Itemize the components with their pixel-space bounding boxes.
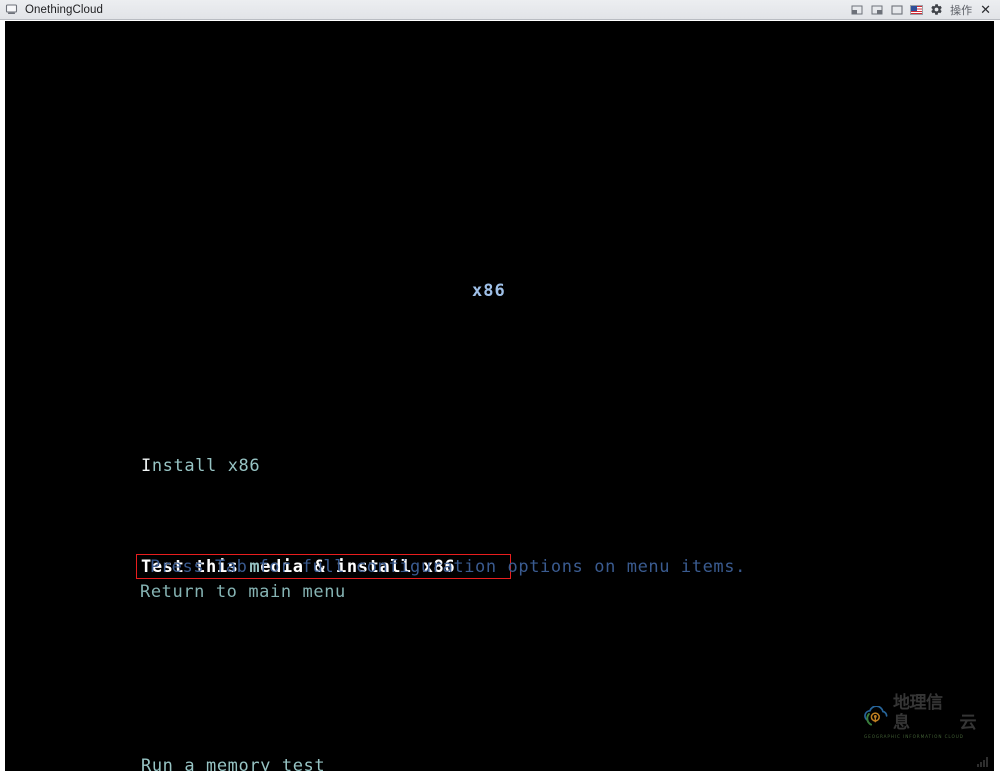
window-titlebar: OnethingCloud 操作 ✕ — [0, 0, 1000, 20]
menu-item-install-label: nstall x86 — [151, 456, 261, 476]
menu-gap-1 — [136, 654, 146, 679]
view-full-icon[interactable] — [890, 3, 903, 16]
gear-icon[interactable] — [930, 3, 943, 16]
close-icon[interactable]: ✕ — [979, 3, 992, 17]
window-title: OnethingCloud — [25, 3, 104, 16]
titlebar-controls-group: 操作 ✕ — [850, 2, 994, 18]
vnc-console-window: OnethingCloud 操作 ✕ x86 Install x86 Test … — [0, 0, 1000, 771]
menu-item-memory-test-label: Run a memory test — [141, 756, 326, 771]
return-to-main-menu[interactable]: Return to main menu — [140, 580, 346, 605]
view-half-left-icon[interactable] — [850, 3, 863, 16]
menu-item-install[interactable]: Install x86 — [136, 454, 265, 479]
vnc-console-screen[interactable]: x86 Install x86 Test this media & instal… — [5, 21, 994, 771]
language-flag-icon[interactable] — [910, 3, 924, 16]
titlebar-left-group: OnethingCloud — [5, 3, 103, 16]
arch-title: x86 — [472, 281, 506, 301]
monitor-icon — [5, 3, 18, 16]
menu-item-memory-test[interactable]: Run a memory test — [136, 754, 330, 771]
menu-item-install-hotkey: I — [141, 456, 152, 476]
view-half-right-icon[interactable] — [870, 3, 883, 16]
signal-bars-icon — [977, 756, 988, 767]
boot-menu: x86 Install x86 Test this media & instal… — [5, 21, 994, 771]
tab-hint-text: Press Tab for full configuration options… — [150, 557, 746, 577]
operations-label[interactable]: 操作 — [950, 2, 972, 18]
